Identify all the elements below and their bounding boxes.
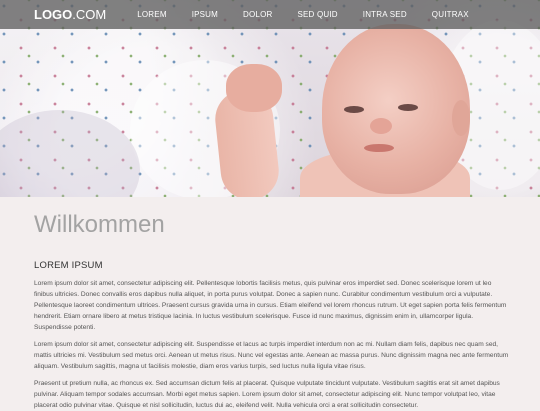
baby-eye-left [344, 106, 364, 113]
site-logo[interactable]: LOGO.COM [34, 7, 106, 22]
nav-item-dolor[interactable]: DOLOR [243, 10, 272, 19]
baby-eye-right [398, 104, 418, 111]
body-paragraph: Praesent ut pretium nulla, ac rhoncus ex… [34, 380, 500, 409]
nav-item-lorem[interactable]: LOREM [137, 10, 166, 19]
main-content: Willkommen LOREM IPSUM Lorem ipsum dolor… [34, 197, 512, 411]
top-navigation: LOGO.COM LOREM IPSUM DOLOR SED QUID INTR… [0, 0, 540, 29]
logo-bold-text: LOGO [34, 7, 73, 22]
hero-image [0, 0, 540, 197]
baby-fist [226, 64, 282, 112]
body-paragraph: Lorem ipsum dolor sit amet, consectetur … [34, 341, 509, 370]
nav-item-sed-quid[interactable]: SED QUID [297, 10, 337, 19]
section-heading: LOREM IPSUM [34, 260, 103, 271]
nav-item-ipsum[interactable]: IPSUM [192, 10, 218, 19]
baby-ear [452, 100, 470, 136]
page-title: Willkommen [34, 211, 165, 238]
nav-item-quitrax[interactable]: QUITRAX [432, 10, 469, 19]
logo-light-text: .COM [72, 7, 107, 22]
nav-item-intra-sed[interactable]: INTRA SED [363, 10, 407, 19]
body-paragraph: Lorem ipsum dolor sit amet, consectetur … [34, 280, 507, 331]
baby-nose [370, 118, 392, 134]
baby-mouth [364, 144, 394, 152]
